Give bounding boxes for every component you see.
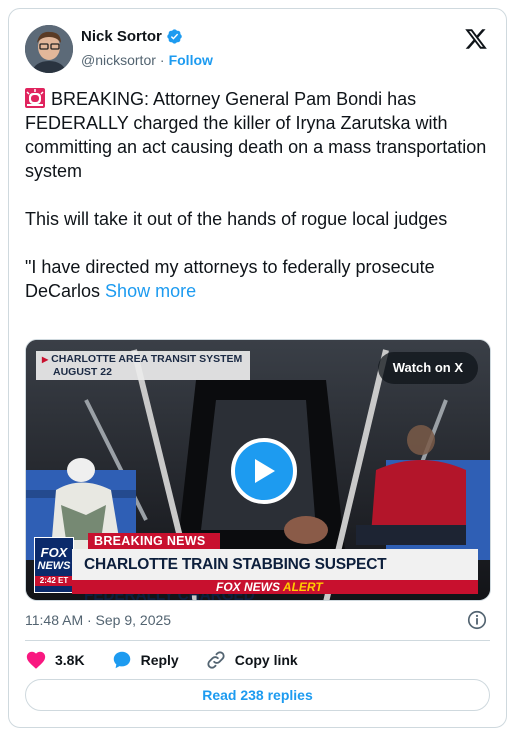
show-more-link[interactable]: Show more (105, 281, 196, 301)
tweet-paragraph-2: This will take it out of the hands of ro… (25, 209, 448, 229)
like-button[interactable]: 3.8K (25, 649, 85, 671)
reply-button[interactable]: Reply (111, 649, 179, 671)
copy-link-label: Copy link (234, 652, 298, 668)
news-headline: CHARLOTTE TRAIN STABBING SUSPECT FEDERAL… (72, 549, 478, 600)
play-button[interactable] (231, 438, 297, 504)
action-bar: 3.8K Reply Copy link (25, 649, 324, 671)
like-count: 3.8K (55, 652, 85, 668)
breaking-news-label: BREAKING NEWS (88, 533, 220, 549)
link-icon (207, 651, 225, 669)
tweet-paragraph: This will take it out of the hands of ro… (25, 207, 495, 231)
video-player[interactable]: ▶ CHARLOTTE AREA TRANSIT SYSTEM AUGUST 22… (25, 339, 491, 601)
handle-separator: · (159, 52, 165, 68)
author-handle[interactable]: @nicksortor (81, 52, 156, 68)
avatar[interactable] (25, 25, 73, 73)
author-name[interactable]: Nick Sortor (81, 28, 162, 45)
tweet-paragraph-3: "I have directed my attorneys to federal… (25, 257, 435, 301)
reply-bubble-icon (113, 651, 130, 669)
logo-time: 2:42 ET (35, 576, 73, 586)
watch-on-x-button[interactable]: Watch on X (377, 352, 478, 384)
siren-icon (25, 88, 45, 108)
heart-icon (26, 651, 46, 669)
x-logo-icon[interactable] (464, 27, 488, 51)
alert-word: ALERT (282, 580, 323, 594)
handle-row: @nicksortor · Follow (81, 52, 213, 68)
tweet-paragraph: BREAKING: Attorney General Pam Bondi has… (25, 87, 495, 183)
logo-line1: FOX (40, 545, 68, 560)
play-icon (255, 459, 275, 483)
tweet-text: BREAKING: Attorney General Pam Bondi has… (25, 87, 495, 303)
follow-button[interactable]: Follow (169, 52, 213, 68)
verified-badge-icon (167, 29, 182, 44)
alert-text: FOX NEWS ALERT (216, 580, 323, 594)
copy-link-button[interactable]: Copy link (205, 649, 298, 671)
divider (25, 640, 490, 641)
alert-brand: FOX NEWS (216, 580, 281, 594)
fox-news-logo: FOX NEWS 2:42 ET (34, 537, 74, 593)
tweet-paragraph: "I have directed my attorneys to federal… (25, 255, 495, 303)
author-name-row[interactable]: Nick Sortor (81, 28, 183, 45)
tweet-paragraph-1: BREAKING: Attorney General Pam Bondi has… (25, 89, 487, 181)
location-tag-line1: CHARLOTTE AREA TRANSIT SYSTEM (51, 353, 243, 365)
read-replies-button[interactable]: Read 238 replies (25, 679, 490, 711)
reply-label: Reply (140, 652, 179, 668)
location-tag: ▶ CHARLOTTE AREA TRANSIT SYSTEM AUGUST 22 (36, 351, 251, 380)
info-icon[interactable] (466, 609, 488, 631)
tweet-card: Nick Sortor @nicksortor · Follow BREAKIN… (8, 8, 507, 728)
tweet-timestamp[interactable]: 11:48 AM · Sep 9, 2025 (25, 612, 171, 628)
location-tag-line2: AUGUST 22 (53, 366, 112, 378)
logo-line2: NEWS (37, 560, 71, 572)
